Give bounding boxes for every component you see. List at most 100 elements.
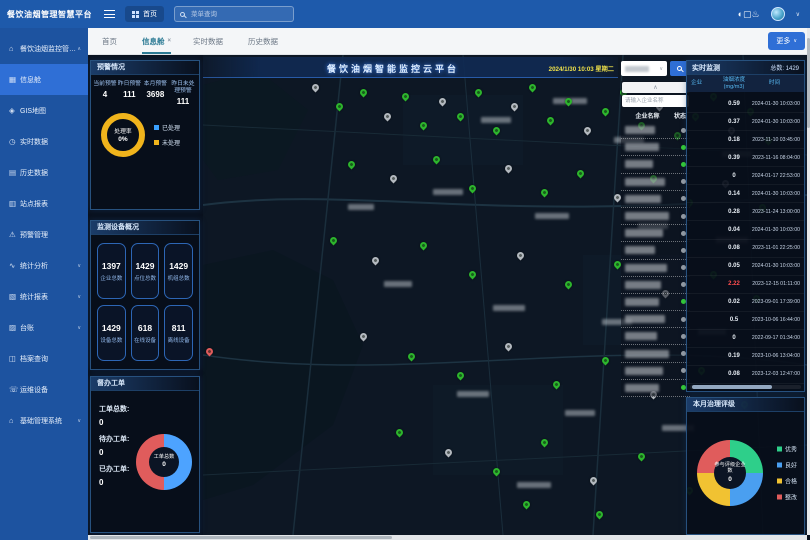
concentration-value: 0.02 [719, 299, 749, 305]
realtime-title: 实时监测 [692, 63, 720, 73]
more-button[interactable]: 更多 ∨ [768, 32, 805, 50]
company-select[interactable]: ∨ [621, 61, 667, 76]
workorders-panel-title: 督办工单 [91, 377, 199, 391]
menu-search-input[interactable] [189, 10, 279, 19]
chevron-icon: ∨ [77, 294, 83, 300]
company-list-item[interactable] [621, 122, 690, 139]
table-row: 0.5 2023-10-06 16:44:00 [687, 312, 804, 330]
device-stat-card[interactable]: 1429 点位总数 [131, 243, 160, 299]
table-row: 0.02 2023-09-01 17:39:00 [687, 294, 804, 312]
concentration-value: 0.04 [719, 227, 749, 233]
company-name-redacted [625, 332, 657, 340]
devices-panel: 监测设备概况 1397 企业总数 1429 点位总数 1429 [90, 220, 200, 370]
sidebar-item[interactable]: ◷ 实时数据 [0, 126, 88, 157]
company-list-item[interactable] [621, 225, 690, 242]
workorder-stat-value: 0 [99, 478, 129, 487]
reading-time: 2024-01-30 10:03:00 [749, 101, 800, 107]
tab[interactable]: 实时数据 [193, 28, 226, 54]
menu-search[interactable] [174, 6, 294, 22]
concentration-value: 2.22 [719, 281, 749, 287]
chevron-down-icon: ∨ [793, 38, 797, 44]
sidebar-item[interactable]: ◈ GIS地图 [0, 95, 88, 126]
sidebar-item[interactable]: ⚠ 预警管理 [0, 219, 88, 250]
company-name-redacted [625, 350, 669, 358]
company-list-item[interactable] [621, 328, 690, 345]
sidebar-item-label: 信息舱 [20, 75, 41, 85]
tab[interactable]: 历史数据 [248, 28, 281, 54]
workorder-stat: 待办工单: 0 [99, 434, 129, 457]
company-list-item[interactable] [621, 191, 690, 208]
tab-bar: 首页 信息舱 × 实时数据 历史数据 更多 [88, 28, 810, 55]
table-row: 0.59 2024-01-30 10:03:00 [687, 95, 804, 113]
fullscreen-icon[interactable]: ▢ [743, 9, 752, 19]
device-stat-value: 1397 [102, 261, 121, 271]
table-row: 0.18 2023-11-10 03:45:00 [687, 131, 804, 149]
device-cards: 1397 企业总数 1429 点位总数 1429 机组总数 1429 [91, 235, 199, 369]
device-stat-value: 618 [138, 323, 152, 333]
legend-swatch [777, 447, 782, 452]
device-stat-value: 1429 [102, 323, 121, 333]
sidebar-item[interactable]: ▦ 信息舱 [0, 64, 88, 95]
device-stat-card[interactable]: 1429 机组总数 [164, 243, 193, 299]
map-company-label [517, 482, 551, 488]
tab[interactable]: 信息舱 × [142, 28, 171, 54]
tab-close-icon[interactable]: × [168, 38, 172, 44]
menu-toggle-icon[interactable] [104, 10, 115, 18]
sidebar-item[interactable]: ∿ 统计分析 ∨ [0, 250, 88, 281]
sidebar-item-label: 实时数据 [20, 137, 48, 147]
company-list-item[interactable] [621, 156, 690, 173]
company-name-input[interactable] [622, 95, 689, 107]
sidebar-item[interactable]: ▤ 历史数据 [0, 157, 88, 188]
sidebar-item[interactable]: ▥ 站点报表 [0, 188, 88, 219]
company-list-item[interactable] [621, 345, 690, 362]
table-horizontal-scrollbar[interactable] [690, 385, 801, 389]
company-list-item[interactable] [621, 277, 690, 294]
company-list-item[interactable] [621, 294, 690, 311]
company-list-item[interactable] [621, 139, 690, 156]
table-row: 0.08 2023-11-01 22:25:00 [687, 240, 804, 258]
rating-panel-title: 本月治理评级 [687, 398, 804, 412]
column-company-name: 企业名称 [625, 111, 670, 120]
device-stat-card[interactable]: 618 在线设备 [131, 305, 160, 361]
sidebar-item-label: 站点报表 [20, 199, 48, 209]
device-stat-card[interactable]: 1429 设备总数 [97, 305, 126, 361]
user-menu-chevron-icon[interactable]: ∨ [796, 11, 800, 18]
company-list-item[interactable] [621, 363, 690, 380]
tab[interactable]: 首页 [102, 28, 120, 54]
notification-icon[interactable]: ♨ [752, 9, 760, 19]
company-list-item[interactable] [621, 174, 690, 191]
workorder-stat-label: 已办工单: [99, 464, 129, 474]
chevron-icon: ∨ [77, 325, 83, 331]
company-list-item[interactable] [621, 380, 690, 397]
device-stat-card[interactable]: 811 离线设备 [164, 305, 193, 361]
user-avatar[interactable] [771, 7, 785, 21]
reading-time: 2023-11-01 22:25:00 [749, 245, 800, 251]
scrollbar-thumb[interactable] [692, 385, 772, 389]
sidebar-item-label: 台账 [20, 323, 34, 333]
search-icon [677, 66, 682, 71]
concentration-value: 0.59 [719, 101, 749, 107]
sidebar-item[interactable]: ▧ 统计报表 ∨ [0, 281, 88, 312]
device-stat-card[interactable]: 1397 企业总数 [97, 243, 126, 299]
sidebar-item[interactable]: ⌂ 基础管理系统 ∨ [0, 405, 88, 436]
company-list-item[interactable] [621, 242, 690, 259]
company-dropdown: ∧ 企业名称 状态 [621, 81, 690, 397]
sidebar-item-icon: ◷ [9, 137, 20, 146]
page-horizontal-scrollbar[interactable] [88, 535, 807, 540]
sidebar-item[interactable]: ▨ 台账 ∨ [0, 312, 88, 343]
map-company-label [565, 410, 595, 416]
company-name-redacted [625, 160, 653, 168]
company-name-redacted [625, 384, 659, 392]
scrollbar-thumb[interactable] [90, 536, 392, 539]
breadcrumb[interactable]: 首页 [125, 6, 164, 22]
company-list-item[interactable] [621, 260, 690, 277]
company-list-item[interactable] [621, 311, 690, 328]
sidebar-item[interactable]: ☏ 运维设备 [0, 374, 88, 405]
sidebar-item[interactable]: ⌂ 餐饮油烟监控管理系统 ∧ [0, 33, 88, 64]
sidebar-item[interactable]: ◫ 档案查询 [0, 343, 88, 374]
dropdown-collapse-bar[interactable]: ∧ [622, 82, 689, 93]
alerts-panel-title: 预警情况 [91, 61, 199, 75]
company-list-item[interactable] [621, 208, 690, 225]
concentration-value: 0 [719, 173, 749, 179]
workorder-stat-value: 0 [99, 448, 129, 457]
